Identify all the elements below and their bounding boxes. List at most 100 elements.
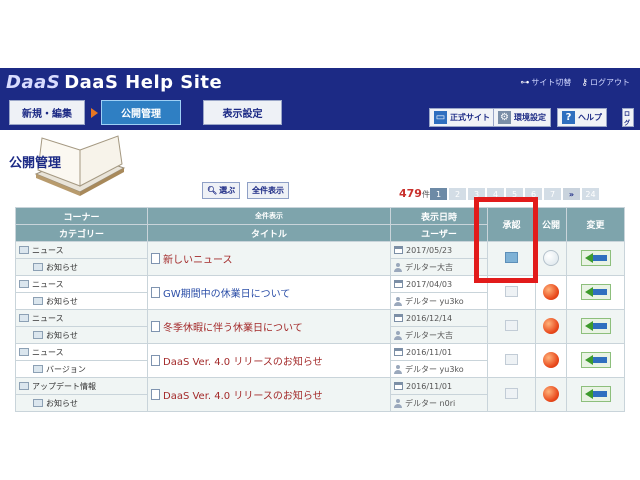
folder-icon <box>33 263 43 271</box>
corner-label: ニュース <box>32 279 64 289</box>
log-label: ログ <box>624 110 631 127</box>
select-label: 選ぶ <box>219 186 236 195</box>
calendar-icon <box>394 246 403 254</box>
site-logo[interactable]: DaaS DaaS Help Site <box>6 72 222 93</box>
header-show-all[interactable]: 全件表示 <box>147 207 391 225</box>
edit-button[interactable] <box>580 317 611 334</box>
log-button[interactable]: ログ <box>622 108 634 127</box>
arrow-icon <box>91 108 98 118</box>
user-icon <box>394 262 402 272</box>
corner-cell: ニュース <box>19 279 144 290</box>
approve-checkbox[interactable] <box>505 320 518 331</box>
open-book-icon <box>34 135 126 196</box>
header-corner: コーナー <box>15 207 148 225</box>
date-cell: 2016/11/01 <box>394 382 484 391</box>
sitemap-icon: ⊶ <box>520 77 530 88</box>
bottom-whitespace <box>0 414 640 480</box>
tab-publish-management-label: 公開管理 <box>121 109 161 120</box>
entry-title: 冬季休暇に伴う休業日について <box>163 323 303 334</box>
publish-status-off[interactable] <box>543 249 559 266</box>
category-label: お知らせ <box>46 296 78 306</box>
user-cell: デルター yu3ko <box>394 296 484 307</box>
date-cell: 2017/05/23 <box>394 246 484 255</box>
entry-date: 2016/12/14 <box>406 313 453 323</box>
user-icon <box>394 330 402 340</box>
official-site-label: 正式サイト <box>450 113 490 122</box>
calendar-icon <box>394 382 403 390</box>
calendar-icon <box>394 314 403 322</box>
folder-icon <box>19 314 29 322</box>
edit-button[interactable] <box>580 385 611 402</box>
page-next[interactable]: » <box>563 188 580 200</box>
search-icon: 🔍︎ <box>207 186 218 195</box>
logout-label: ログアウト <box>590 78 630 87</box>
header-change: 変更 <box>566 207 625 242</box>
corner-cell: アップデート情報 <box>19 381 144 392</box>
user-cell: デルター大吉 <box>394 330 484 341</box>
page-1[interactable]: 1 <box>430 188 447 200</box>
official-site-button[interactable]: ▭ 正式サイト <box>429 108 495 127</box>
user-cell: デルター yu3ko <box>394 364 484 375</box>
entry-date: 2017/05/23 <box>406 245 453 255</box>
entry-title-link[interactable]: DaaS Ver. 4.0 リリースのお知らせ <box>151 387 387 402</box>
page-last[interactable]: 24 <box>582 188 599 200</box>
document-icon <box>151 389 160 400</box>
header-category: カテゴリー <box>15 224 148 242</box>
publish-status-on[interactable] <box>543 351 559 368</box>
header-user: ユーザー <box>390 224 488 242</box>
category-cell: お知らせ <box>19 398 144 409</box>
entry-title: DaaS Ver. 4.0 リリースのお知らせ <box>163 391 323 402</box>
environment-settings-button[interactable]: ⚙ 環境設定 <box>493 108 551 127</box>
calendar-icon <box>394 348 403 356</box>
show-all-label: 全件表示 <box>252 186 284 195</box>
folder-icon <box>33 331 43 339</box>
tab-publish-management[interactable]: 公開管理 <box>101 100 181 125</box>
entry-title-link[interactable]: 新しいニュース <box>151 251 387 266</box>
header-publish: 公開 <box>535 207 567 242</box>
page-2[interactable]: 2 <box>449 188 466 200</box>
entry-title: GW期間中の休業日について <box>163 289 291 300</box>
header-links: ⊶ サイト切替 ⚷ ログアウト <box>520 77 630 88</box>
page-7[interactable]: 7 <box>544 188 561 200</box>
select-button[interactable]: 🔍︎ 選ぶ <box>202 182 241 199</box>
key-icon: ⚷ <box>581 77 588 88</box>
edit-button[interactable] <box>580 249 611 266</box>
header-title: タイトル <box>147 224 391 242</box>
question-icon: ? <box>562 111 575 124</box>
corner-label: アップデート情報 <box>32 381 96 391</box>
approve-checkbox[interactable] <box>505 286 518 297</box>
date-cell: 2017/04/03 <box>394 280 484 289</box>
publish-status-on[interactable] <box>543 283 559 300</box>
entry-title-link[interactable]: GW期間中の休業日について <box>151 285 387 300</box>
corner-cell: ニュース <box>19 313 144 324</box>
entry-title: 新しいニュース <box>163 255 233 266</box>
site-switch-link[interactable]: ⊶ サイト切替 <box>520 77 571 88</box>
publish-status-on[interactable] <box>543 385 559 402</box>
approve-checkbox[interactable] <box>505 354 518 365</box>
help-button[interactable]: ? ヘルプ <box>557 108 607 127</box>
entry-date: 2016/11/01 <box>406 381 453 391</box>
header-display-date: 表示日時 <box>390 207 488 225</box>
tab-display-settings[interactable]: 表示設定 <box>203 100 282 125</box>
show-all-button[interactable]: 全件表示 <box>247 182 289 199</box>
folder-icon <box>19 348 29 356</box>
edit-button[interactable] <box>580 283 611 300</box>
corner-label: ニュース <box>32 347 64 357</box>
site-title: DaaS Help Site <box>64 72 223 93</box>
gear-icon: ⚙ <box>498 111 511 124</box>
publish-status-on[interactable] <box>543 317 559 334</box>
folder-icon <box>19 382 29 390</box>
edit-button[interactable] <box>580 351 611 368</box>
environment-settings-label: 環境設定 <box>514 113 546 122</box>
user-icon <box>394 296 402 306</box>
folder-icon <box>33 399 43 407</box>
tab-new-edit[interactable]: 新規・編集 <box>9 100 85 125</box>
date-cell: 2016/11/01 <box>394 348 484 357</box>
category-cell: お知らせ <box>19 296 144 307</box>
approve-checkbox[interactable] <box>505 388 518 399</box>
logout-link[interactable]: ⚷ ログアウト <box>581 77 630 88</box>
date-cell: 2016/12/14 <box>394 314 484 323</box>
entry-title-link[interactable]: DaaS Ver. 4.0 リリースのお知らせ <box>151 353 387 368</box>
entry-user: デルター yu3ko <box>405 364 464 374</box>
entry-title-link[interactable]: 冬季休暇に伴う休業日について <box>151 319 387 334</box>
